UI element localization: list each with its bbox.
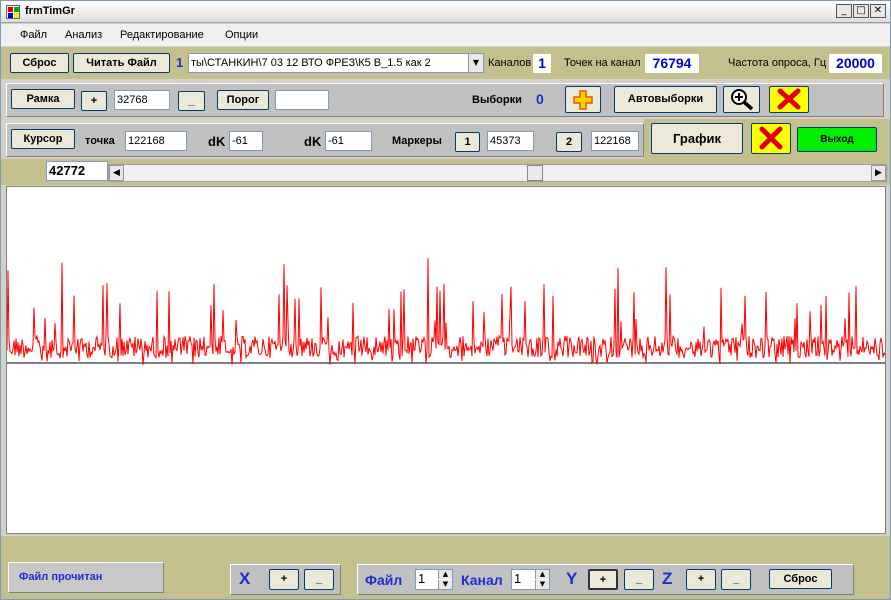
spinner-down-icon[interactable]: ▼ [535,580,549,589]
points-label: Точек на канал [564,57,641,69]
channel-spinner[interactable]: 1 ▲ ▼ [511,569,550,590]
file-path-select[interactable]: ты\СТАНКИН\7 03 12 ВТО ФРЕЗ\К5 В_1.5 как… [188,53,484,73]
points-value: 76794 [645,54,699,73]
marker1-field[interactable]: 45373 [487,131,534,151]
frequency-label: Частота опроса, Гц [728,57,827,69]
file-index: 1 [176,55,184,70]
graph-button[interactable]: График [651,123,743,154]
x-zoom-out-button[interactable]: _ [304,569,334,590]
point-field[interactable]: 122168 [125,131,187,151]
spinner-up-icon[interactable]: ▲ [535,570,549,579]
app-icon [6,5,20,19]
app-window: frmTimGr _ □ ✕ Файл Анализ Редактировани… [0,0,891,600]
horizontal-scrollbar[interactable]: ◀ ▶ [108,164,887,182]
zoom-in-icon [730,89,753,111]
status-panel: Файл прочитан [8,562,164,593]
close-button[interactable]: ✕ [870,4,886,18]
auto-samples-button[interactable]: Автовыборки [614,86,717,113]
frequency-value: 20000 [829,54,882,73]
channel-spinner-value: 1 [514,571,522,586]
clear-samples-button[interactable] [769,86,809,113]
marker2-button[interactable]: 2 [556,132,582,152]
dk1-label: dK [208,134,226,149]
frame-minus-button[interactable]: _ [178,91,205,111]
channels-label: Каналов [488,57,532,69]
title-bar: frmTimGr _ □ ✕ [1,1,890,23]
file-spinner-value: 1 [418,571,426,586]
z-zoom-out-button[interactable]: _ [721,569,751,590]
scroll-left-icon[interactable]: ◀ [109,165,124,181]
signal-trace [6,258,886,365]
cursor-button[interactable]: Курсор [11,129,75,149]
samples-label: Выборки [472,94,522,106]
menu-edit[interactable]: Редактирование [120,29,204,41]
samples-count: 0 [536,91,544,107]
scroll-right-icon[interactable]: ▶ [871,165,886,181]
spinner-up-icon[interactable]: ▲ [438,570,452,579]
clear-graph-button[interactable] [751,123,791,154]
add-sample-button[interactable] [565,86,601,113]
chevron-down-icon[interactable]: ▼ [468,54,483,72]
point-label: точка [85,135,115,147]
frame-size-field[interactable]: 32768 [114,90,170,110]
markers-label: Маркеры [392,135,442,147]
marker1-button[interactable]: 1 [455,132,480,152]
dk2-field[interactable]: -61 [325,131,372,151]
z-zoom-in-button[interactable]: + [686,569,716,590]
y-zoom-in-button[interactable]: + [588,569,618,590]
plus-icon [573,90,593,110]
threshold-button[interactable]: Порог [217,90,269,110]
window-title: frmTimGr [25,5,75,17]
zoom-button[interactable] [723,86,760,113]
dk1-field[interactable]: -61 [229,131,263,151]
reset-button[interactable]: Сброс [10,53,69,73]
dk2-label: dK [304,134,322,149]
delete-icon [777,88,801,110]
x-axis-label: X [239,569,251,588]
marker2-field[interactable]: 122168 [591,131,639,151]
z-axis-label: Z [662,569,673,588]
y-zoom-out-button[interactable]: _ [624,569,654,590]
exit-button[interactable]: Выход [797,127,877,152]
scale-reset-button[interactable]: Сброс [769,569,832,589]
frame-plus-button[interactable]: + [81,91,107,111]
y-axis-label: Y [566,569,578,588]
signal-plot [6,186,886,534]
channel-label: Канал [461,572,503,588]
threshold-field[interactable] [275,90,329,110]
status-message: Файл прочитан [19,571,103,583]
file-spinner[interactable]: 1 ▲ ▼ [415,569,453,590]
frame-button[interactable]: Рамка [11,89,75,109]
minimize-button[interactable]: _ [836,4,852,18]
file-label: Файл [365,572,403,588]
menu-options[interactable]: Опции [225,29,258,41]
position-field[interactable]: 42772 [46,161,108,181]
read-file-button[interactable]: Читать Файл [73,53,170,73]
channels-value: 1 [533,54,551,73]
spinner-down-icon[interactable]: ▼ [438,580,452,589]
x-zoom-in-button[interactable]: + [269,569,299,590]
delete-icon [759,126,783,150]
maximize-button[interactable]: □ [853,4,869,18]
menu-bar: Файл Анализ Редактирование Опции [1,24,890,46]
menu-analysis[interactable]: Анализ [65,29,102,41]
scroll-thumb[interactable] [527,165,543,181]
menu-file[interactable]: Файл [20,29,47,41]
signal-chart [6,258,886,365]
file-path-value: ты\СТАНКИН\7 03 12 ВТО ФРЕЗ\К5 В_1.5 как… [191,57,431,69]
